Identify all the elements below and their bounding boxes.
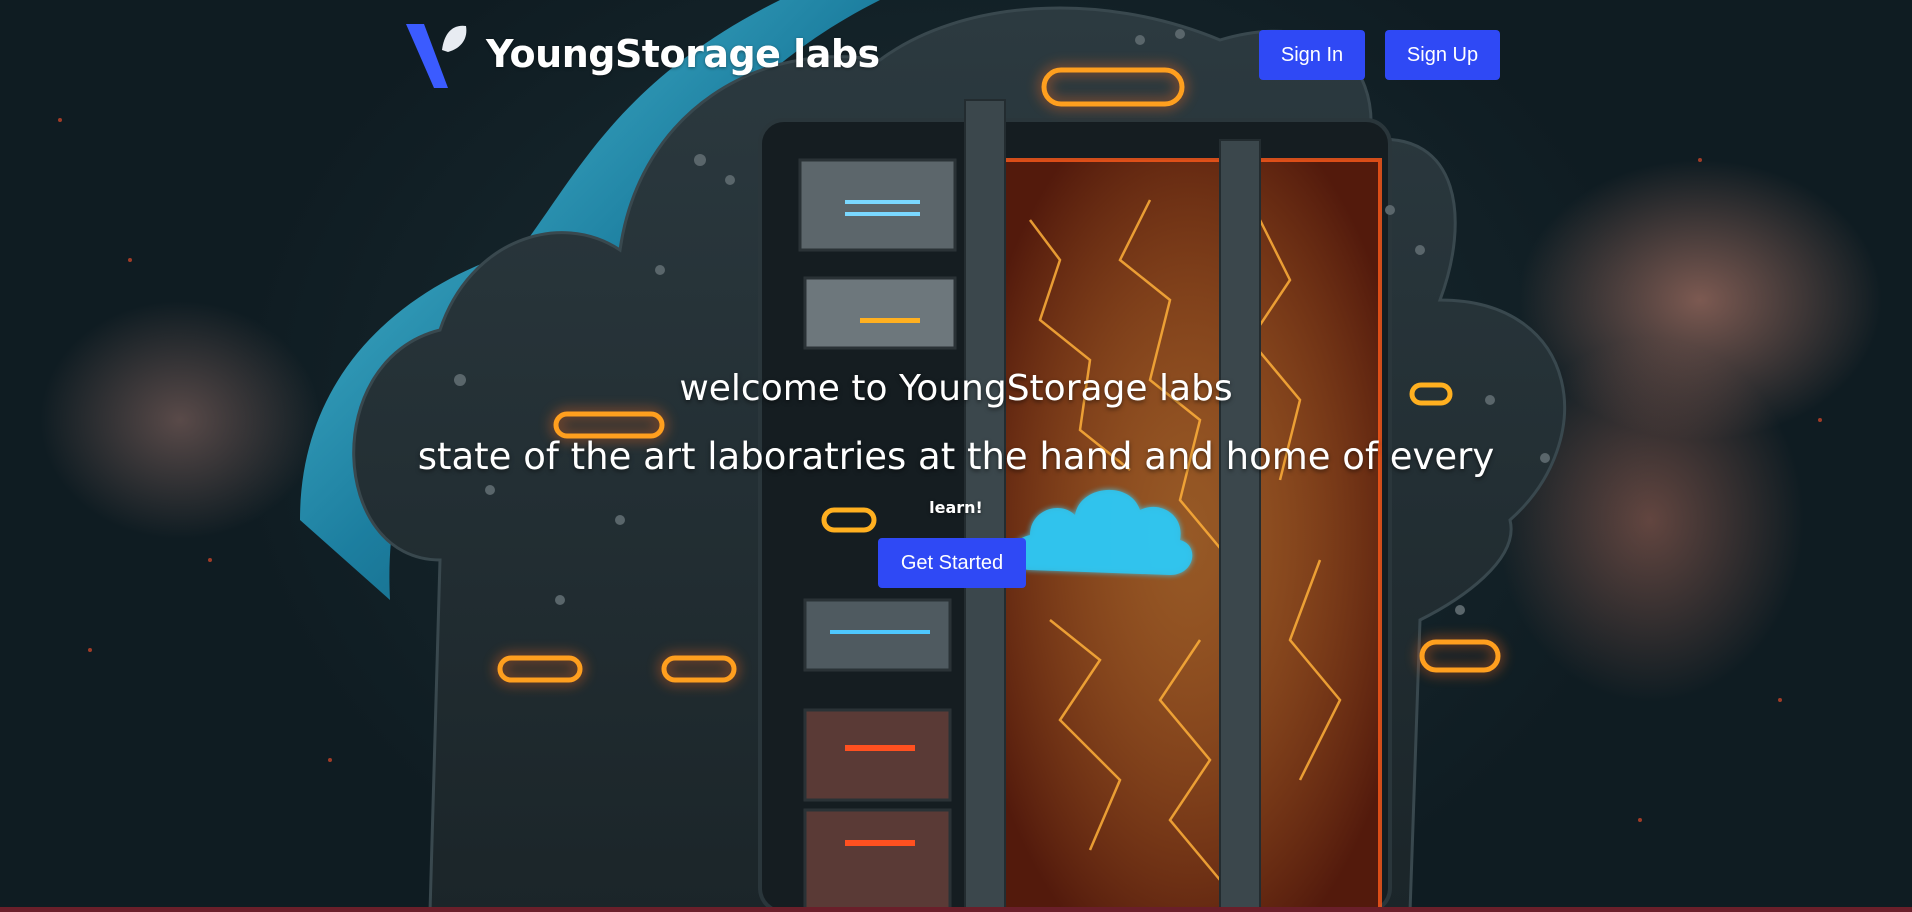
bottom-border: [0, 907, 1912, 912]
top-nav: YoungStorage labs Sign In Sign Up: [0, 0, 1912, 110]
hero-headline: welcome to YoungStorage labs: [679, 368, 1233, 409]
brand-name: YoungStorage labs: [486, 32, 880, 76]
hero-subline-end: learn!: [929, 498, 983, 517]
get-started-button[interactable]: Get Started: [878, 538, 1026, 588]
hero-text: welcome to YoungStorage labs state of th…: [0, 360, 1912, 517]
brand-logo-icon: [406, 24, 467, 88]
hero-subline: state of the art laboratries at the hand…: [417, 435, 1495, 478]
brand[interactable]: YoungStorage labs: [404, 20, 880, 88]
hero-section: YoungStorage labs Sign In Sign Up welcom…: [0, 0, 1912, 912]
sign-up-button[interactable]: Sign Up: [1385, 30, 1500, 80]
sign-in-button[interactable]: Sign In: [1259, 30, 1365, 80]
